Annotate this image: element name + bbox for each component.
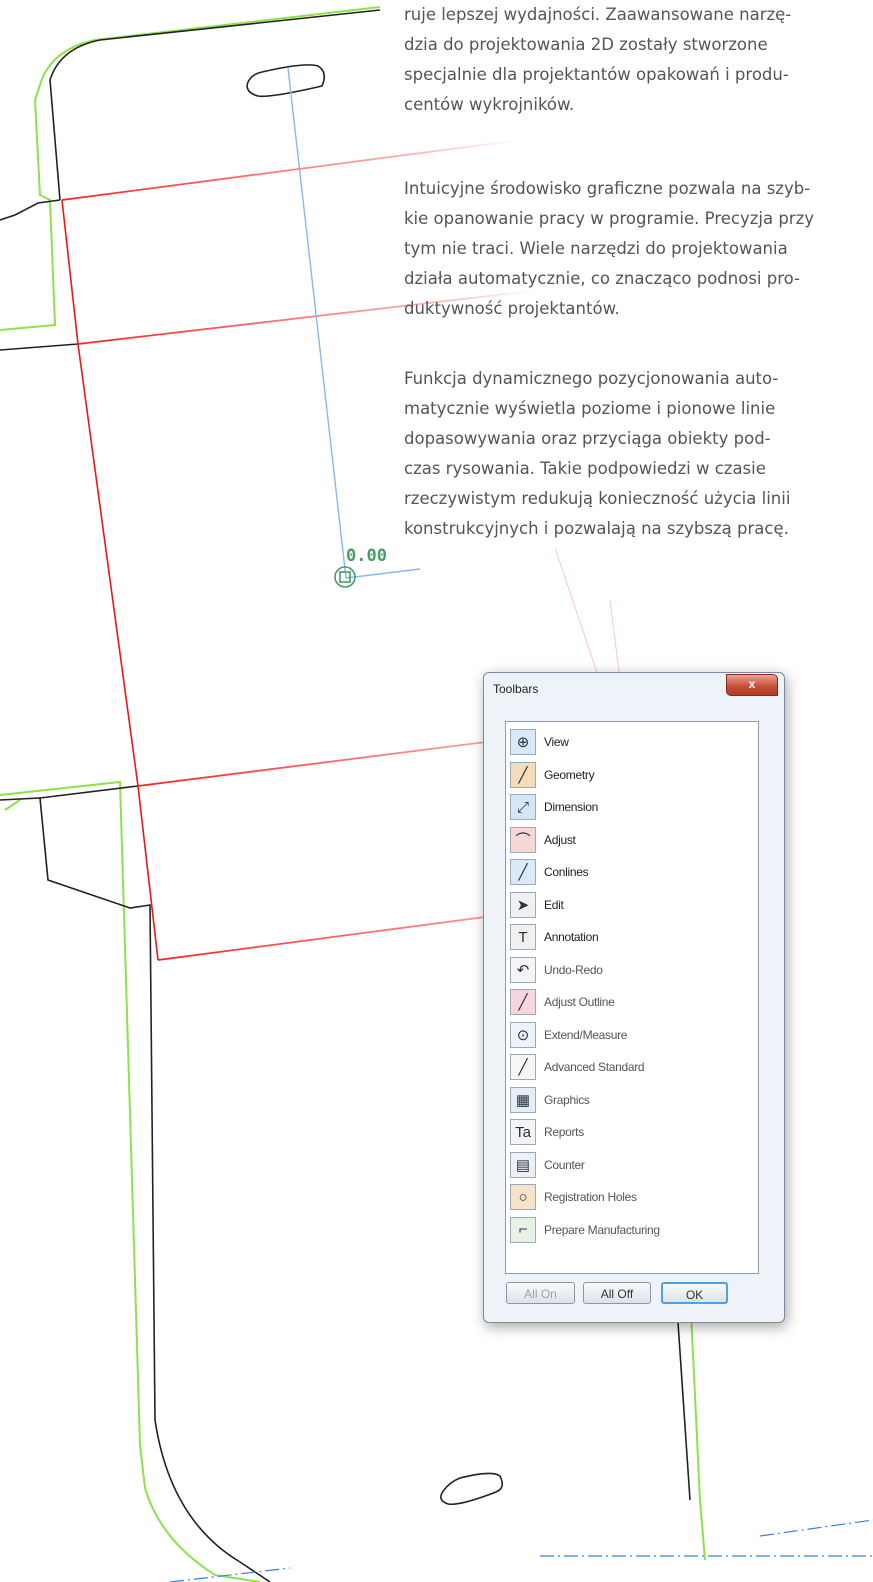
toolbar-list[interactable]: ⊕ View ╱ Geometry ⤢ Dimension ⌒ Adjust ╱ Conlines… [505, 721, 759, 1274]
toolbar-item-label: Prepare Manufacturing [544, 1222, 660, 1237]
undo-icon: ↶ [510, 956, 536, 983]
manufacturing-icon: ⌐ [510, 1216, 536, 1243]
toolbar-item-adjust[interactable]: ⌒ Adjust [510, 826, 576, 854]
adjust-outline-icon: ╱ [510, 989, 536, 1015]
extend-measure-icon: ⊙ [510, 1021, 536, 1048]
registration-hole-icon: ○ [510, 1184, 536, 1210]
ok-button[interactable]: OK [661, 1282, 728, 1304]
toolbar-item-counter[interactable]: ▤ Counter [510, 1151, 585, 1179]
advanced-line-icon: ╱ [510, 1054, 536, 1080]
bottom-handle-hole [440, 1472, 504, 1506]
pointer-icon: ➤ [510, 891, 536, 918]
dash-dot-lines [169, 1519, 873, 1582]
line-icon: ╱ [510, 761, 536, 788]
toolbar-item-advanced-standard[interactable]: ╱ Advanced Standard [510, 1053, 645, 1081]
toolbar-item-undo-redo[interactable]: ↶ Undo-Redo [510, 956, 603, 984]
toolbar-item-conlines[interactable]: ╱ Conlines [510, 858, 589, 886]
toolbar-item-label: Registration Holes [544, 1190, 637, 1204]
toolbar-item-prepare-manufacturing[interactable]: ⌐ Prepare Manufacturing [510, 1216, 660, 1244]
toolbar-item-label: Graphics [544, 1092, 590, 1107]
text-ta-icon: Ta [510, 1119, 536, 1145]
close-button[interactable]: x [726, 674, 778, 696]
toolbar-item-label: Geometry [544, 767, 595, 782]
toolbar-item-label: Undo-Redo [544, 962, 603, 977]
text-t-icon: T [510, 924, 536, 950]
red-crease-lines [61, 199, 159, 961]
toolbar-item-label: Adjust Outline [544, 995, 615, 1009]
all-off-button[interactable]: All Off [583, 1282, 651, 1304]
coordinate-readout: 0.00 [346, 546, 387, 566]
toolbar-item-geometry[interactable]: ╱ Geometry [510, 761, 595, 789]
toolbar-item-annotation[interactable]: T Annotation [510, 923, 599, 951]
toolbar-item-label: Annotation [544, 930, 599, 944]
toolbar-item-dimension[interactable]: ⤢ Dimension [510, 793, 598, 821]
toolbar-item-registration-holes[interactable]: ○ Registration Holes [510, 1183, 637, 1211]
toolbar-item-label: View [544, 735, 569, 749]
magnifier-icon: ⊕ [510, 729, 536, 755]
toolbar-item-label: Reports [544, 1125, 584, 1139]
toolbar-item-label: Dimension [544, 800, 598, 814]
counter-icon: ▤ [510, 1151, 536, 1178]
toolbar-item-label: Edit [544, 897, 564, 912]
toolbar-item-graphics[interactable]: ▦ Graphics [510, 1086, 590, 1114]
toolbar-item-label: Extend/Measure [544, 1027, 628, 1042]
graphics-icon: ▦ [510, 1086, 536, 1113]
toolbar-item-label: Adjust [544, 832, 576, 847]
toolbar-item-reports[interactable]: Ta Reports [510, 1118, 584, 1146]
toolbar-item-extend-measure[interactable]: ⊙ Extend/Measure [510, 1021, 627, 1049]
description-paragraph-2: Intuicyjne środowisko graficzne pozwala … [404, 179, 815, 318]
all-on-button[interactable]: All On [506, 1282, 575, 1304]
fillet-icon: ⌒ [510, 826, 536, 853]
toolbars-dialog: Toolbars x ⊕ View ╱ Geometry ⤢ Dimension ⌒ Adju… [483, 672, 785, 1323]
snap-guide-lines [287, 67, 421, 579]
description-paragraph-3: Funkcja dynamicznego pozycjonowania auto… [404, 369, 791, 538]
dialog-title: Toolbars [493, 682, 539, 696]
toolbar-item-adjust-outline[interactable]: ╱ Adjust Outline [510, 988, 615, 1016]
toolbar-item-label: Conlines [544, 865, 589, 879]
conline-icon: ╱ [510, 859, 536, 885]
description-paragraph-1: ruje lepszej wydajności. Zaawansowane na… [404, 5, 792, 114]
top-handle-hole [246, 64, 326, 98]
toolbar-item-label: Advanced Standard [544, 1060, 645, 1074]
toolbar-item-label: Counter [544, 1157, 585, 1172]
dimension-arrow-icon: ⤢ [510, 794, 536, 820]
toolbar-item-edit[interactable]: ➤ Edit [510, 891, 564, 919]
toolbar-item-view[interactable]: ⊕ View [510, 728, 569, 756]
